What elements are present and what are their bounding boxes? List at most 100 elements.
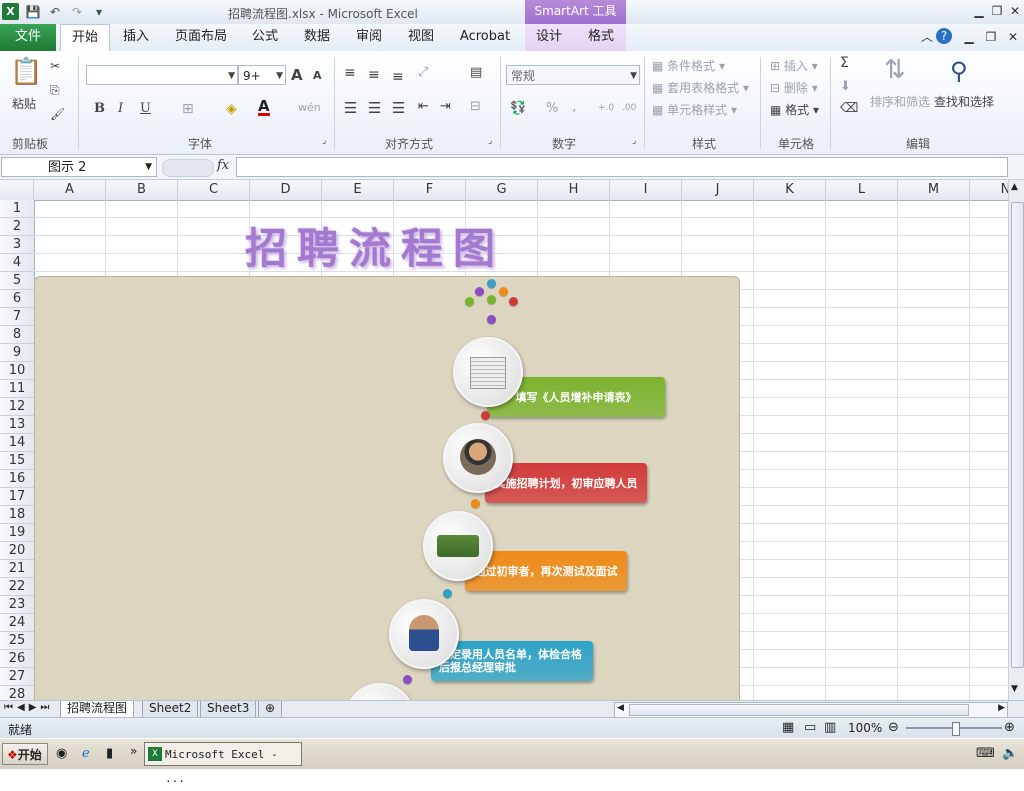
formula-expand-handle[interactable]	[162, 159, 214, 177]
column-header-k[interactable]: K	[754, 180, 826, 200]
row-header-5[interactable]: 5	[0, 272, 34, 290]
zoom-out-icon[interactable]: ⊖	[888, 720, 899, 735]
row-header-24[interactable]: 24	[0, 614, 34, 632]
row-header-19[interactable]: 19	[0, 524, 34, 542]
close-icon[interactable]: ✕	[1006, 2, 1024, 20]
align-top-icon[interactable]: ≡	[344, 65, 356, 81]
tab-review[interactable]: 审阅	[348, 24, 390, 51]
select-all-corner[interactable]	[0, 180, 34, 200]
conditional-format-button[interactable]: ▦ 条件格式 ▾	[652, 57, 725, 74]
grow-font-button[interactable]: A	[291, 66, 303, 84]
excel-icon[interactable]: X	[2, 3, 19, 20]
row-header-27[interactable]: 27	[0, 668, 34, 686]
step-image-1[interactable]	[453, 337, 523, 407]
dialog-launcher-icon[interactable]: ⌟	[488, 136, 492, 146]
row-header-6[interactable]: 6	[0, 290, 34, 308]
tab-file[interactable]: 文件	[0, 24, 56, 51]
merge-center-icon[interactable]: ⊟	[470, 99, 481, 114]
column-header-l[interactable]: L	[826, 180, 898, 200]
currency-icon[interactable]: 💱	[510, 101, 526, 116]
undo-icon[interactable]: ↶	[47, 4, 63, 20]
align-bottom-icon[interactable]: ≡	[392, 69, 404, 85]
align-left-icon[interactable]: ☰	[344, 99, 357, 117]
row-header-15[interactable]: 15	[0, 452, 34, 470]
row-header-7[interactable]: 7	[0, 308, 34, 326]
format-cells-button[interactable]: ▦ 格式 ▾	[770, 101, 819, 118]
formula-input[interactable]	[236, 157, 1008, 177]
row-header-9[interactable]: 9	[0, 344, 34, 362]
tab-insert[interactable]: 插入	[114, 24, 158, 51]
row-header-23[interactable]: 23	[0, 596, 34, 614]
font-color-button[interactable]: A	[258, 99, 270, 116]
help-icon[interactable]: ?	[936, 28, 952, 44]
minimize-icon[interactable]: ▁	[970, 2, 988, 20]
page-layout-view-icon[interactable]: ▭	[804, 720, 816, 735]
column-header-m[interactable]: M	[898, 180, 970, 200]
tab-formulas[interactable]: 公式	[244, 24, 286, 51]
column-header-g[interactable]: G	[466, 180, 538, 200]
horizontal-scroll-thumb[interactable]	[629, 704, 969, 716]
copy-icon[interactable]: ⎘	[50, 83, 60, 98]
scroll-up-icon[interactable]: ▲	[1011, 182, 1018, 192]
tab-view[interactable]: 视图	[400, 24, 442, 51]
format-as-table-button[interactable]: ▦ 套用表格格式 ▾	[652, 79, 749, 96]
sheet-tab-recruitment[interactable]: 招聘流程图	[60, 701, 135, 718]
smartart-diagram[interactable]: 填写《人员增补申请表》 实施招聘计划，初审应聘人员 通过初审者，再次测试及面试 …	[34, 276, 740, 700]
wordart-title[interactable]: 招聘流程图	[245, 215, 505, 276]
column-header-a[interactable]: A	[34, 180, 106, 200]
row-header-17[interactable]: 17	[0, 488, 34, 506]
column-header-i[interactable]: I	[610, 180, 682, 200]
column-header-c[interactable]: C	[178, 180, 250, 200]
align-middle-icon[interactable]: ≡	[368, 67, 380, 83]
column-header-b[interactable]: B	[106, 180, 178, 200]
delete-cells-button[interactable]: ⊟ 删除 ▾	[770, 79, 818, 96]
percent-button[interactable]: %	[546, 101, 558, 116]
row-header-22[interactable]: 22	[0, 578, 34, 596]
horizontal-scrollbar[interactable]: ◀ ▶	[614, 702, 1008, 718]
binoculars-icon[interactable]: ⚲	[950, 57, 968, 85]
row-header-28[interactable]: 28	[0, 686, 34, 700]
taskbar-excel-button[interactable]: X Microsoft Excel - ...	[144, 742, 302, 785]
comma-button[interactable]: ,	[572, 99, 576, 115]
decrease-indent-icon[interactable]: ⇤	[418, 99, 429, 114]
doc-restore-icon[interactable]: ❐	[982, 28, 1000, 46]
vertical-scroll-thumb[interactable]	[1011, 202, 1024, 668]
zoom-slider-thumb[interactable]	[952, 722, 960, 736]
increase-indent-icon[interactable]: ⇥	[440, 99, 451, 114]
row-header-14[interactable]: 14	[0, 434, 34, 452]
quick-launch-icon-3[interactable]: ▮	[106, 746, 113, 761]
row-header-3[interactable]: 3	[0, 236, 34, 254]
row-header-16[interactable]: 16	[0, 470, 34, 488]
row-header-20[interactable]: 20	[0, 542, 34, 560]
column-header-j[interactable]: J	[682, 180, 754, 200]
sheet-tab-sheet2[interactable]: Sheet2	[142, 701, 199, 718]
row-header-8[interactable]: 8	[0, 326, 34, 344]
wrap-text-icon[interactable]: ▤	[470, 65, 482, 80]
fill-color-icon[interactable]: ◈	[226, 101, 237, 117]
page-break-view-icon[interactable]: ▥	[824, 720, 836, 735]
insert-cells-button[interactable]: ⊞ 插入 ▾	[770, 57, 818, 74]
tab-format[interactable]: 格式	[580, 24, 622, 51]
sheet-tab-sheet3[interactable]: Sheet3	[200, 701, 257, 718]
decrease-decimal-button[interactable]: .00	[622, 103, 636, 113]
cell-styles-button[interactable]: ▦ 单元格样式 ▾	[652, 101, 737, 118]
doc-close-icon[interactable]: ✕	[1004, 28, 1022, 46]
column-header-n[interactable]: N	[970, 180, 1008, 200]
row-header-13[interactable]: 13	[0, 416, 34, 434]
row-header-4[interactable]: 4	[0, 254, 34, 272]
new-sheet-icon[interactable]: ⊕	[258, 701, 283, 718]
worksheet-grid[interactable]: ABCDEFGHIJKLMN 1 2 3 4 5 6 7 8 9 10 11 12 13 14 15 16 17…	[0, 180, 1008, 700]
tab-page-layout[interactable]: 页面布局	[168, 24, 234, 51]
sheet-nav-icons[interactable]: ⏮◀▶⏭	[4, 702, 53, 713]
row-header-1[interactable]: 1	[0, 200, 34, 218]
bold-button[interactable]: B	[94, 101, 105, 116]
column-header-e[interactable]: E	[322, 180, 394, 200]
quick-launch-icon-1[interactable]: ◉	[56, 746, 67, 761]
dialog-launcher-icon[interactable]: ⌟	[632, 136, 636, 146]
restore-icon[interactable]: ❐	[988, 2, 1006, 20]
row-header-10[interactable]: 10	[0, 362, 34, 380]
volume-tray-icon[interactable]: 🔈	[1002, 746, 1018, 761]
insert-function-button[interactable]: fx	[217, 158, 229, 173]
align-center-icon[interactable]: ☰	[368, 99, 381, 117]
name-box[interactable]: 图示 2 ▼	[1, 157, 157, 177]
